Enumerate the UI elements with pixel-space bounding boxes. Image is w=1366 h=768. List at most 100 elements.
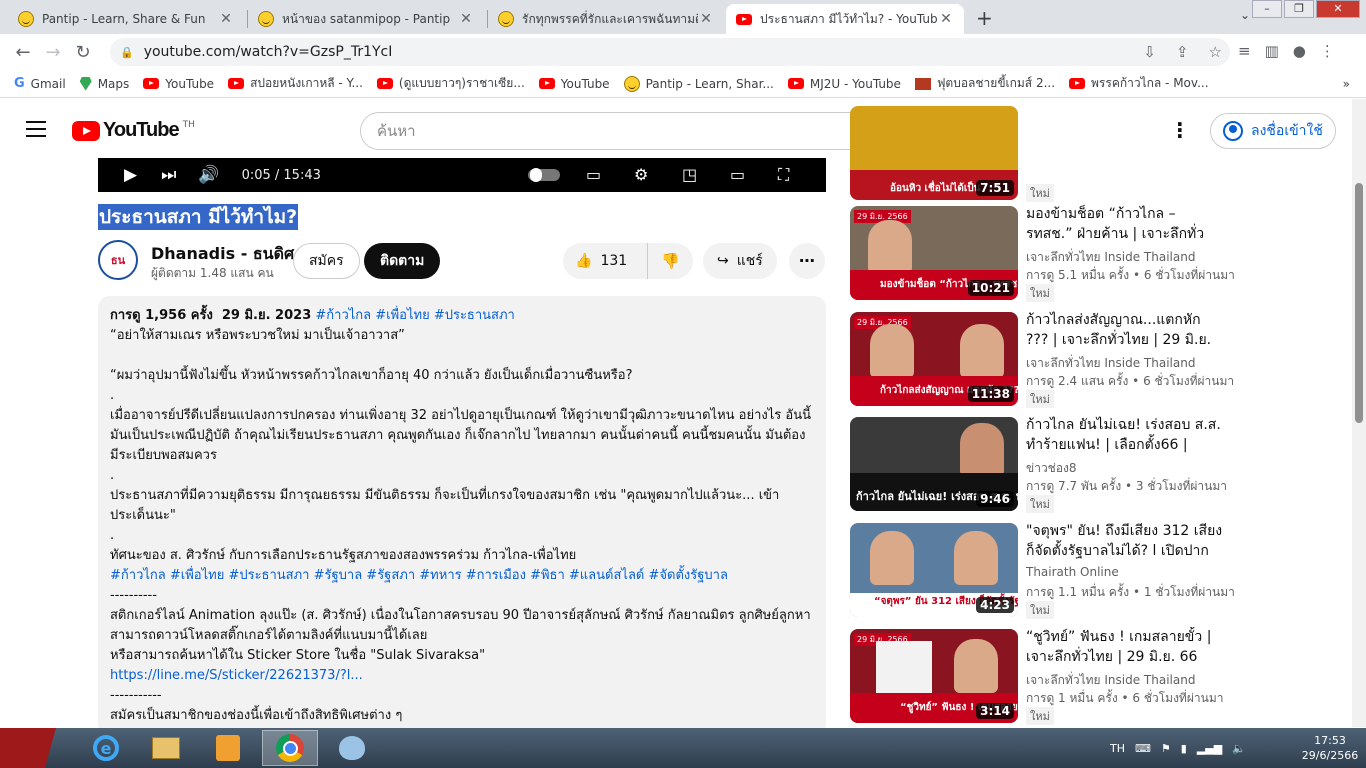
close-window-button[interactable]: ✕ (1316, 0, 1360, 18)
bookmarks-more[interactable]: » (1343, 77, 1350, 91)
recommendation-channel[interactable]: ข่าวช่อง8 (1026, 459, 1077, 478)
taskbar-file-explorer[interactable] (138, 730, 194, 766)
recommendation-channel[interactable]: เจาะลึกทั่วไทย Inside Thailand (1026, 354, 1195, 373)
tab-pantip[interactable]: Pantip - Learn, Share & Fun ✕ (8, 4, 244, 34)
volume-icon[interactable]: 🔊 (198, 165, 219, 185)
close-icon[interactable]: ✕ (698, 11, 714, 27)
play-icon[interactable]: ▶ (124, 165, 137, 185)
taskbar-media-player[interactable] (200, 730, 256, 766)
bookmark-youtube[interactable]: YouTube (143, 77, 214, 91)
recommendation-channel[interactable]: เจาะลึกทั่วไทย Inside Thailand (1026, 248, 1195, 267)
sticker-link[interactable]: https://line.me/S/sticker/22621373/?l... (110, 668, 363, 683)
media-control-icon[interactable]: ≡ (1238, 42, 1251, 60)
recommendation-title[interactable]: ก้าวไกล ยันไม่เฉย! เร่งสอบ ส.ส. ทำร้ายแฟ… (1026, 415, 1226, 455)
keyboard-icon[interactable]: ⌨ (1135, 742, 1151, 755)
recommendation-item[interactable]: 29 มิ.ย. 2566 “ชูวิทย์” ฟันธง ! เกมสลายข… (850, 629, 1230, 729)
address-bar[interactable]: 🔒 youtube.com/watch?v=GzsP_Tr1YcI ⇩ ⇪ ☆ (110, 38, 1230, 66)
bookmark-mj2u[interactable]: MJ2U - YouTube (787, 77, 901, 91)
miniplayer-icon[interactable]: ◳ (682, 165, 697, 184)
bookmarks-bar: G Gmail Maps YouTube สปอยหนังเกาหลี - Y..… (0, 70, 1366, 98)
volume-icon[interactable]: 🔈 (1232, 742, 1246, 755)
share-icon[interactable]: ⇪ (1176, 43, 1189, 61)
recommendation-channel[interactable]: เจาะลึกทั่วไทย Inside Thailand (1026, 671, 1195, 690)
restore-button[interactable]: ❐ (1284, 0, 1314, 18)
bookmark-gmail[interactable]: G Gmail (14, 76, 66, 91)
tab-pantip-thread[interactable]: รักทุกพรรคที่รักและเคารพฉันทามติ ✕ (488, 4, 724, 34)
language-indicator[interactable]: TH (1110, 742, 1125, 755)
signal-icon[interactable]: ▂▄▆ (1197, 742, 1222, 755)
dislike-button[interactable]: 👎 (648, 252, 693, 270)
taskbar-paint[interactable] (324, 730, 380, 766)
hamburger-menu-icon[interactable] (26, 121, 46, 142)
flag-icon[interactable]: ⚑ (1161, 742, 1171, 755)
install-icon[interactable]: ⇩ (1143, 43, 1156, 61)
recommendation-title[interactable]: มองข้ามช็อต “ก้าวไกล – รทสช.” ฝ่ายค้าน |… (1026, 204, 1226, 244)
forward-icon[interactable]: → (38, 42, 68, 63)
sign-in-label: ลงชื่อเข้าใช้ (1251, 123, 1323, 139)
recommendation-item[interactable]: 29 มิ.ย. 2566 มองข้ามช็อต “ก้าวไกล – รทส… (850, 204, 1235, 306)
chevron-down-icon[interactable]: ⌄ (1240, 8, 1250, 22)
scrollbar-thumb[interactable] (1355, 183, 1363, 423)
next-icon[interactable]: ⏭ (161, 165, 176, 185)
channel-avatar[interactable]: ธน (98, 240, 138, 280)
search-input[interactable]: ค้นหา (360, 112, 900, 150)
video-thumbnail[interactable]: 29 มิ.ย. 2566 มองข้ามช็อต “ก้าวไกล – รทส… (850, 206, 1018, 300)
youtube-logo[interactable]: YouTube TH (72, 119, 195, 142)
recommendation-item[interactable]: 29 มิ.ย. 2566 ก้าวไกลส่งสัญญาณ แตกหัก ??… (850, 310, 1234, 412)
hashtags-bottom[interactable]: #ก้าวไกล #เพื่อไทย #ประธานสภา #รัฐบาล #ร… (110, 566, 814, 586)
bookmark-pantip[interactable]: Pantip - Learn, Shar... (623, 75, 774, 92)
taskbar-internet-explorer[interactable]: e (78, 730, 134, 766)
bookmark-youtube-2[interactable]: YouTube (538, 77, 610, 91)
reload-icon[interactable]: ↻ (68, 42, 98, 63)
lock-icon[interactable]: 🔒 (120, 46, 134, 59)
subtitles-icon[interactable]: ▭ (586, 165, 601, 184)
recommendation-title[interactable]: ก้าวไกลส่งสัญญาณ...แตกหัก ??? | เจาะลึกท… (1026, 310, 1226, 350)
recommendation-title[interactable]: “ชูวิทย์” ฟันธง ! เกมสลายขั้ว | เจาะลึกท… (1026, 627, 1226, 667)
side-panel-icon[interactable]: ▥ (1265, 42, 1279, 60)
video-description[interactable]: การดู 1,956 ครั้ง 29 มิ.ย. 2023 #ก้าวไกล… (98, 296, 826, 736)
page-scrollbar[interactable] (1352, 99, 1366, 727)
tab-satanmipop[interactable]: หน้าของ satanmipop - Pantip ✕ (248, 4, 484, 34)
like-button[interactable]: 👍 131 (563, 243, 648, 279)
recommendation-item[interactable]: ก้าวไกล ยันไม่เฉย! เร่งสอบ ส.ส. ทำร้ายแฟ… (850, 417, 1230, 517)
browser-menu-icon[interactable]: ⋮ (1320, 42, 1335, 60)
autoplay-toggle[interactable] (528, 168, 560, 182)
desc-line: “อย่าให้สามเณร หรือพระบวชใหม่ มาเป็นเจ้า… (110, 328, 405, 343)
new-tab-button[interactable]: + (976, 6, 993, 30)
taskbar-clock[interactable]: 17:53 29/6/2566 (1300, 733, 1360, 763)
close-icon[interactable]: ✕ (938, 11, 954, 27)
close-icon[interactable]: ✕ (458, 11, 474, 27)
bookmark-king[interactable]: (ดูแบบยาวๆ)ราชาเซีย... (376, 74, 525, 93)
video-thumbnail[interactable]: 29 มิ.ย. 2566 “ชูวิทย์” ฟันธง ! เกมสลายข… (850, 629, 1018, 723)
minimize-button[interactable]: – (1252, 0, 1282, 18)
profile-icon[interactable]: ● (1293, 42, 1306, 60)
video-thumbnail[interactable]: อ้อนหิว เชื่อไม่ได้เป็น 7:51 (850, 106, 1018, 200)
bookmark-maps[interactable]: Maps (79, 76, 129, 91)
share-button[interactable]: ↪ แชร์ (703, 243, 777, 279)
network-icon[interactable]: ▮ (1181, 742, 1187, 755)
start-button[interactable] (0, 728, 56, 768)
bookmark-moveforward[interactable]: พรรคก้าวไกล - Mov... (1069, 74, 1209, 93)
tab-youtube-active[interactable]: ประธานสภา มีไว้ทำไม? - YouTube ✕ (726, 4, 964, 34)
gear-icon[interactable]: ⚙ (634, 165, 648, 184)
back-icon[interactable]: ← (8, 42, 38, 63)
bookmark-spoil[interactable]: สปอยหนังเกาหลี - Y... (228, 74, 363, 93)
bookmark-football[interactable]: ฟุตบอลชายขี้เกมส์ 2... (914, 74, 1056, 93)
video-thumbnail[interactable]: “จตุพร” ยัน 312 เสียง ก็จัดตั้งรัฐบาลไม่… (850, 523, 1018, 617)
hashtags-top[interactable]: #ก้าวไกล #เพื่อไทย #ประธานสภา (315, 308, 514, 323)
subscribe-button[interactable]: ติดตาม (364, 243, 441, 279)
bookmark-label: ฟุตบอลชายขี้เกมส์ 2... (936, 76, 1056, 90)
recommendation-channel[interactable]: Thairath Online (1026, 565, 1119, 579)
fullscreen-icon[interactable]: ⛶ (778, 165, 789, 185)
close-icon[interactable]: ✕ (218, 11, 234, 27)
theater-mode-icon[interactable]: ▭ (730, 165, 745, 184)
recommendation-title[interactable]: "จตุพร" ยัน! ถึงมีเสียง 312 เสียง ก็จัดต… (1026, 521, 1226, 561)
more-actions-button[interactable]: ⋯ (789, 243, 825, 279)
recommendation-item[interactable]: อ้อนหิว เชื่อไม่ได้เป็น 7:51 ใหม่ (850, 106, 1230, 206)
recommendation-item[interactable]: “จตุพร” ยัน 312 เสียง ก็จัดตั้งรัฐบาลไม่… (850, 521, 1235, 623)
video-thumbnail[interactable]: 29 มิ.ย. 2566 ก้าวไกลส่งสัญญาณ แตกหัก ??… (850, 312, 1018, 406)
join-button[interactable]: สมัคร (293, 243, 360, 279)
video-thumbnail[interactable]: ก้าวไกล ยันไม่เฉย! เร่งสอบ ส.ส. ทำร้ายแฟ… (850, 417, 1018, 511)
bookmark-star-icon[interactable]: ☆ (1209, 43, 1222, 61)
taskbar-chrome[interactable] (262, 730, 318, 766)
